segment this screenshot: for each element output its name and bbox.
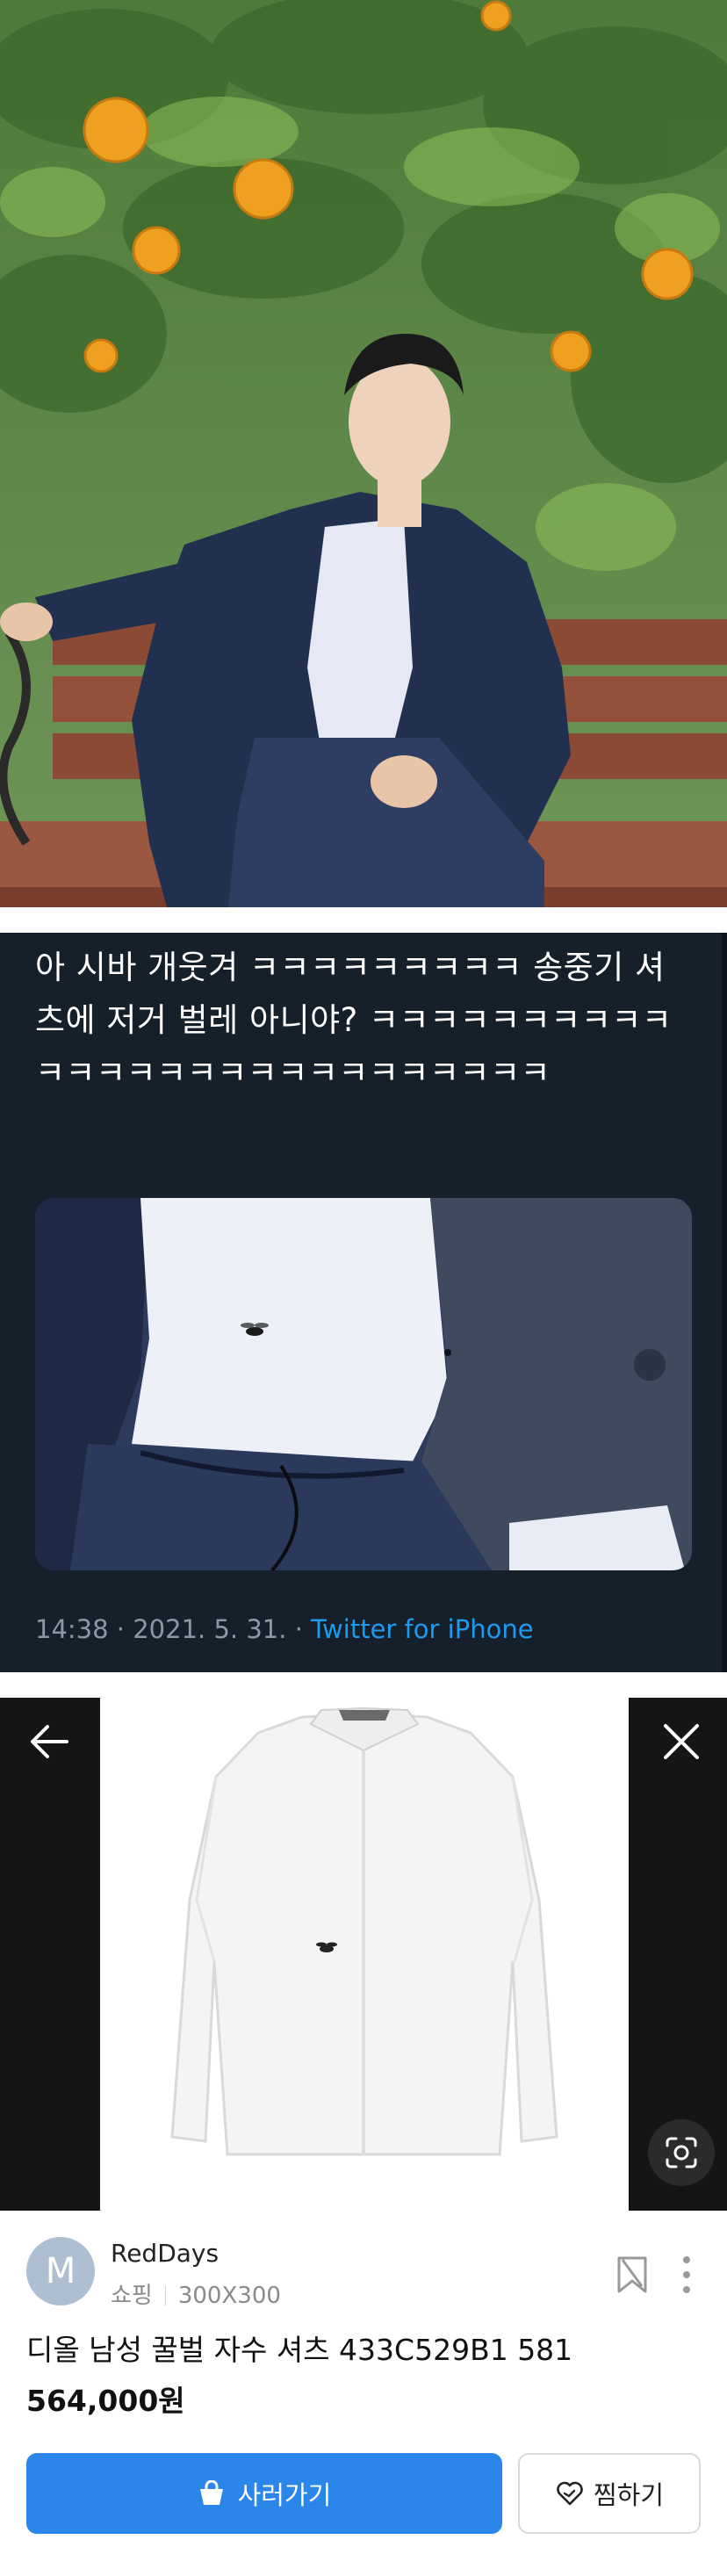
wish-button-label: 찜하기 (593, 2480, 665, 2510)
product-image[interactable] (100, 1698, 629, 2211)
image-viewer (0, 1698, 727, 2211)
shopping-bag-icon (199, 2480, 223, 2505)
zoomed-shirt-photo (35, 1198, 692, 1570)
seller-meta: 쇼핑 300X300 (111, 2277, 281, 2310)
viewer-left-panel (0, 1698, 100, 2211)
buy-button-label: 사러가기 (237, 2480, 332, 2510)
divider (0, 1672, 727, 1698)
close-icon[interactable] (659, 1719, 704, 1764)
bookmark-icon[interactable] (615, 2255, 650, 2295)
tweet-timestamp: 14:38 · 2021. 5. 31. · (35, 1614, 312, 1644)
tweet-meta: 14:38 · 2021. 5. 31. · Twitter for iPhon… (35, 1614, 534, 1644)
viewer-right-panel (629, 1698, 727, 2211)
buy-button[interactable]: 사러가기 (26, 2453, 502, 2534)
tweet-text: 아 시바 개웃겨 ㅋㅋㅋㅋㅋㅋㅋㅋㅋ 송중기 셔츠에 저거 벌레 아니야? ㅋㅋ… (35, 949, 673, 1092)
avatar[interactable]: M (26, 2237, 95, 2305)
arrow-left-icon[interactable] (25, 1717, 74, 1766)
divider (0, 907, 727, 933)
product-info-panel: M RedDays 쇼핑 300X300 디올 남성 꿀벌 자수 셔츠 433C5… (0, 2211, 727, 2576)
tweet-card: 아 시바 개웃겨 ㅋㅋㅋㅋㅋㅋㅋㅋㅋ 송중기 셔츠에 저거 벌레 아니야? ㅋㅋ… (0, 933, 727, 1672)
lens-search-icon (666, 2137, 697, 2168)
seller-category: 쇼핑 (111, 2283, 153, 2309)
white-shirt-picture (100, 1698, 629, 2211)
photo-illustration (0, 0, 727, 907)
hero-photo (0, 0, 727, 907)
more-vertical-icon[interactable] (676, 2253, 697, 2297)
meta-divider (164, 2286, 166, 2305)
product-title[interactable]: 디올 남성 꿀벌 자수 셔츠 433C529B1 581 (26, 2327, 572, 2369)
seller-name[interactable]: RedDays (111, 2239, 219, 2268)
product-price: 564,000원 (26, 2384, 185, 2418)
tweet-media-image[interactable] (35, 1198, 692, 1570)
heart-icon (557, 2481, 583, 2506)
image-size: 300X300 (177, 2283, 281, 2309)
tweet-source-link[interactable]: Twitter for iPhone (311, 1614, 533, 1644)
wish-button[interactable]: 찜하기 (518, 2453, 701, 2534)
lens-search-button[interactable] (648, 2119, 715, 2186)
